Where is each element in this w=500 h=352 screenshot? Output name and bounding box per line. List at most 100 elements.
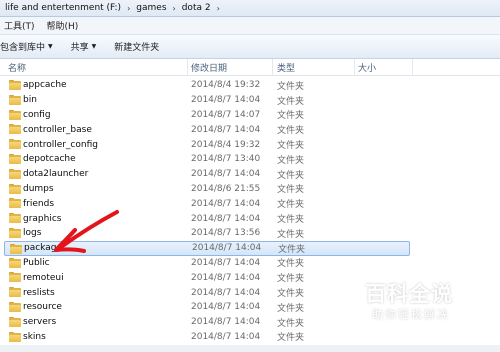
file-date: 2014/8/7 14:04 — [191, 317, 261, 328]
file-type: 文件夹 — [277, 81, 305, 92]
file-type: 文件夹 — [277, 141, 305, 152]
file-name: remoteui — [23, 272, 64, 283]
column-divider[interactable] — [187, 59, 188, 76]
file-type: 文件夹 — [277, 215, 305, 226]
folder-icon — [9, 213, 21, 224]
file-name: package — [24, 243, 62, 254]
file-row[interactable]: graphics 2014/8/7 14:04 文件夹 — [0, 211, 500, 226]
breadcrumb-separator-icon[interactable]: › — [123, 4, 134, 13]
file-name: depotcache — [23, 154, 76, 165]
column-type[interactable]: 类型 — [277, 61, 295, 74]
file-date: 2014/8/7 14:04 — [191, 302, 261, 313]
file-date: 2014/8/4 19:32 — [191, 80, 261, 91]
share-button[interactable]: 共享 ▼ — [71, 40, 97, 53]
column-divider[interactable] — [412, 59, 413, 76]
folder-icon — [9, 139, 21, 150]
file-row[interactable]: depotcache 2014/8/7 13:40 文件夹 — [0, 152, 500, 167]
file-date: 2014/8/7 14:04 — [191, 287, 261, 298]
folder-icon — [9, 183, 21, 194]
file-type: 文件夹 — [277, 318, 305, 329]
column-name[interactable]: 名称 — [8, 61, 26, 74]
file-name: reslists — [23, 287, 55, 298]
file-date: 2014/8/7 14:04 — [191, 95, 261, 106]
menu-help[interactable]: 帮助(H) — [47, 19, 79, 32]
column-date[interactable]: 修改日期 — [191, 61, 227, 74]
file-row[interactable]: controller_config 2014/8/4 19:32 文件夹 — [0, 137, 500, 152]
breadcrumb-separator-icon[interactable]: › — [213, 4, 224, 13]
file-date: 2014/8/7 14:04 — [191, 272, 261, 283]
file-row[interactable]: bin 2014/8/7 14:04 文件夹 — [0, 93, 500, 108]
folder-icon — [9, 316, 21, 327]
folder-icon — [9, 80, 21, 90]
folder-icon — [9, 331, 21, 342]
file-date: 2014/8/4 19:32 — [191, 139, 261, 150]
file-type: 文件夹 — [277, 200, 305, 211]
folder-icon — [9, 272, 21, 283]
new-folder-button[interactable]: 新建文件夹 — [114, 40, 159, 53]
file-date: 2014/8/7 14:04 — [191, 257, 261, 268]
file-type: 文件夹 — [277, 333, 305, 344]
new-folder-label: 新建文件夹 — [114, 43, 160, 53]
breadcrumb-games[interactable]: games — [134, 3, 168, 13]
watermark: 百科全说 助你轻松解决 — [365, 278, 485, 326]
file-row[interactable]: dumps 2014/8/6 21:55 文件夹 — [0, 182, 500, 197]
file-name: logs — [23, 228, 42, 239]
file-date: 2014/8/7 14:04 — [191, 213, 261, 224]
menu-tools[interactable]: 工具(T) — [4, 19, 35, 32]
file-name: bin — [23, 95, 37, 106]
folder-icon — [9, 94, 21, 105]
file-row[interactable]: Public 2014/8/7 14:04 文件夹 — [0, 256, 500, 271]
file-name: skins — [23, 331, 46, 342]
folder-icon — [9, 168, 21, 179]
folder-icon — [10, 243, 22, 254]
folder-icon — [9, 287, 21, 298]
chevron-down-icon: ▼ — [48, 43, 53, 50]
breadcrumb-separator-icon[interactable]: › — [169, 4, 180, 13]
column-size[interactable]: 大小 — [358, 61, 376, 74]
file-name: Public — [23, 257, 50, 268]
file-date: 2014/8/7 14:04 — [191, 198, 261, 209]
file-type: 文件夹 — [277, 274, 305, 285]
folder-icon — [9, 124, 21, 135]
include-library-button[interactable]: 包含到库中 ▼ — [0, 40, 53, 53]
breadcrumb-dota2[interactable]: dota 2 — [180, 3, 213, 13]
folder-icon — [9, 257, 21, 268]
file-date: 2014/8/7 13:56 — [191, 228, 261, 239]
file-row[interactable]: logs 2014/8/7 13:56 文件夹 — [0, 226, 500, 241]
watermark-title: 百科全说 — [365, 282, 453, 306]
menu-bar: 工具(T) 帮助(H) — [0, 17, 500, 35]
file-name: appcache — [23, 80, 67, 91]
column-header: 名称 修改日期 类型 大小 — [0, 59, 500, 76]
column-divider[interactable] — [272, 59, 273, 76]
breadcrumb-drive[interactable]: life and entertenment (F:) — [3, 3, 123, 13]
file-row[interactable]: controller_base 2014/8/7 14:04 文件夹 — [0, 122, 500, 137]
file-date: 2014/8/7 14:04 — [191, 169, 261, 180]
horizontal-scrollbar[interactable] — [0, 345, 500, 352]
file-row[interactable]: skins 2014/8/7 14:04 文件夹 — [0, 330, 500, 345]
address-bar[interactable]: life and entertenment (F:) › games › dot… — [0, 0, 500, 17]
file-row-selected[interactable]: package 2014/8/7 14:04 文件夹 — [4, 240, 410, 256]
file-type: 文件夹 — [277, 289, 305, 300]
file-type: 文件夹 — [277, 155, 305, 166]
file-row[interactable]: dota2launcher 2014/8/7 14:04 文件夹 — [0, 167, 500, 182]
chevron-down-icon: ▼ — [91, 43, 97, 50]
folder-icon — [9, 153, 21, 164]
file-name: dota2launcher — [23, 169, 89, 180]
file-row[interactable]: config 2014/8/7 14:07 文件夹 — [0, 108, 500, 123]
file-type: 文件夹 — [277, 170, 305, 181]
watermark-subtitle: 助你轻松解决 — [372, 308, 450, 321]
file-date: 2014/8/7 14:04 — [192, 243, 262, 254]
file-type: 文件夹 — [277, 259, 305, 270]
include-library-label: 包含到库中 — [0, 43, 46, 53]
file-type: 文件夹 — [277, 96, 305, 107]
file-name: graphics — [23, 213, 62, 224]
column-divider[interactable] — [354, 59, 355, 76]
folder-icon — [9, 109, 21, 120]
folder-icon — [9, 198, 21, 209]
file-name: friends — [23, 198, 55, 209]
file-row[interactable]: appcache 2014/8/4 19:32 文件夹 — [0, 78, 500, 93]
file-row[interactable]: friends 2014/8/7 14:04 文件夹 — [0, 196, 500, 211]
file-name: dumps — [23, 183, 54, 194]
file-name: controller_base — [23, 124, 92, 135]
file-date: 2014/8/7 13:40 — [191, 154, 261, 165]
